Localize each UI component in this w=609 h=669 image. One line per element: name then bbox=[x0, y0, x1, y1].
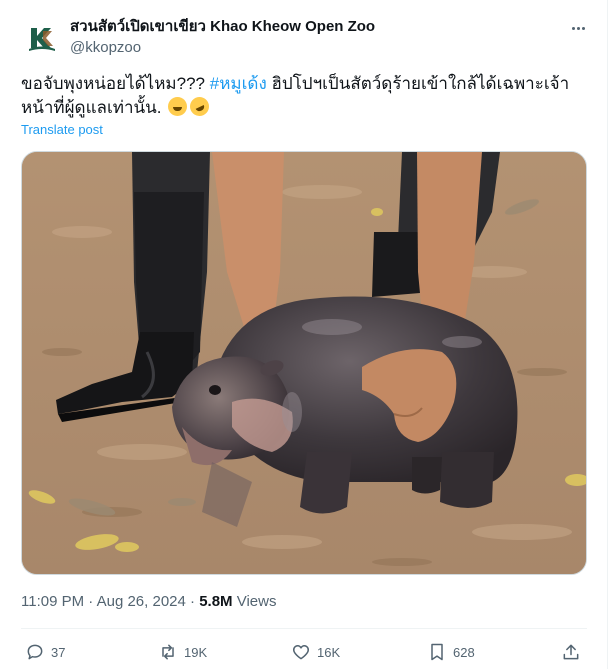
post-metadata: 11:09 PM · Aug 26, 2024 · 5.8M Views bbox=[21, 592, 276, 612]
hashtag-link[interactable]: #หมูเด้ง bbox=[210, 74, 267, 93]
bookmark-icon bbox=[431, 643, 443, 661]
post-time[interactable]: 11:09 PM bbox=[21, 593, 84, 610]
reply-button[interactable]: 37 bbox=[25, 638, 65, 666]
kk-logo-icon bbox=[22, 18, 62, 58]
author-handle[interactable]: @kkopzoo bbox=[70, 38, 141, 58]
post-text: ขอจับพุงหน่อยได้ไหม??? #หมูเด้ง ฮิปโปฯเป… bbox=[21, 72, 591, 120]
reply-count: 37 bbox=[51, 644, 66, 660]
repost-button[interactable]: 19K bbox=[158, 638, 207, 666]
views-count: 5.8M bbox=[199, 593, 233, 610]
author-display-name[interactable]: สวนสัตว์เปิดเขาเขียว Khao Kheow Open Zoo bbox=[70, 17, 375, 37]
post-photo[interactable] bbox=[21, 151, 587, 575]
repost-icon bbox=[162, 644, 174, 660]
like-count: 16K bbox=[317, 644, 341, 660]
translate-post-link[interactable]: Translate post bbox=[21, 122, 103, 138]
meta-separator: · bbox=[88, 593, 94, 610]
share-button[interactable] bbox=[561, 638, 581, 666]
post-container: สวนสัตว์เปิดเขาเขียว Khao Kheow Open Zoo… bbox=[0, 0, 608, 669]
more-options-icon[interactable] bbox=[566, 16, 590, 40]
like-button[interactable]: 16K bbox=[291, 638, 340, 666]
heart-icon bbox=[292, 645, 310, 660]
avatar[interactable] bbox=[22, 18, 62, 58]
actions-divider bbox=[21, 628, 587, 629]
grinning-squinting-face-icon bbox=[168, 97, 188, 116]
action-bar: 37 19K 16K 628 bbox=[21, 638, 587, 666]
share-icon bbox=[563, 644, 579, 660]
bookmark-button[interactable]: 628 bbox=[427, 638, 475, 666]
meta-separator-2: · bbox=[190, 593, 196, 610]
repost-count: 19K bbox=[184, 644, 208, 660]
baby-hippo-photo bbox=[22, 152, 586, 574]
post-text-start: ขอจับพุงหน่อยได้ไหม??? bbox=[21, 74, 210, 93]
reply-icon bbox=[27, 644, 43, 660]
post-date[interactable]: Aug 26, 2024 bbox=[97, 593, 186, 610]
rolling-on-floor-laughing-icon bbox=[187, 93, 213, 120]
views-label: Views bbox=[236, 593, 277, 610]
bookmark-count: 628 bbox=[453, 644, 475, 660]
